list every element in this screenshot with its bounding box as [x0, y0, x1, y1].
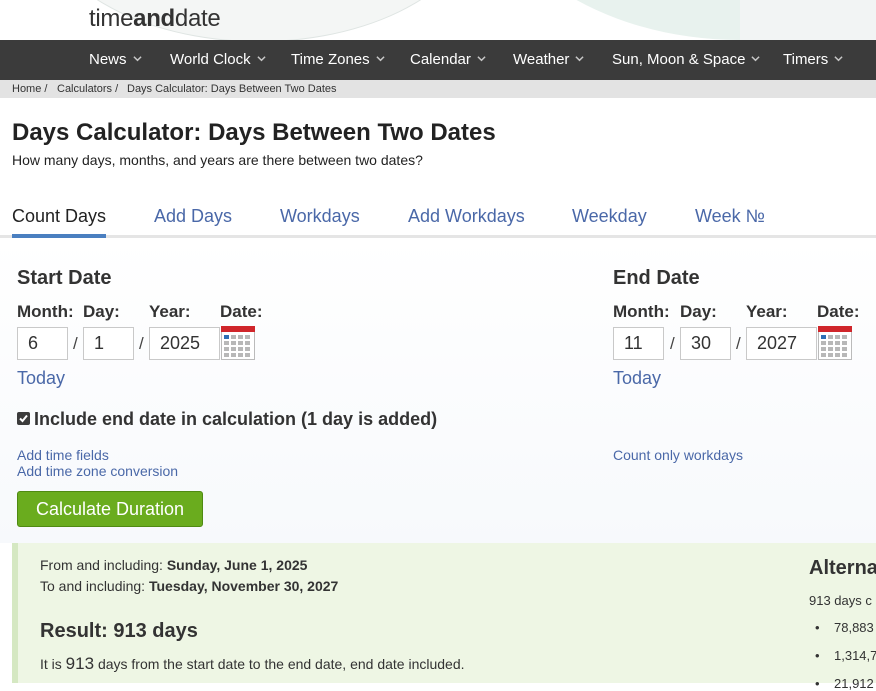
nav-item-weather[interactable]: Weather [513, 40, 585, 80]
start-day-input[interactable] [83, 327, 134, 360]
calculate-duration-button[interactable]: Calculate Duration [17, 491, 203, 527]
to-value: Tuesday, November 30, 2027 [148, 578, 339, 594]
date-separator: / [736, 334, 741, 353]
end-date-label: Date: [817, 302, 860, 321]
alt-item-value: 21,912 [834, 676, 874, 691]
date-separator: / [670, 334, 675, 353]
nav-item-calendar[interactable]: Calendar [410, 40, 486, 80]
start-year-input[interactable] [149, 327, 220, 360]
breadcrumb-item-current: Days Calculator: Days Between Two Dates [127, 83, 337, 95]
nav-item-time-zones[interactable]: Time Zones [291, 40, 385, 80]
end-year-input[interactable] [746, 327, 817, 360]
start-month-input[interactable] [17, 327, 68, 360]
start-date-heading: Start Date [17, 267, 112, 289]
tab-week-number[interactable]: Week № [695, 206, 765, 227]
result-description: It is 913 days from the start date to th… [40, 654, 465, 674]
end-day-label: Day: [680, 302, 717, 321]
include-end-date-row[interactable]: Include end date in calculation (1 day i… [17, 409, 437, 430]
add-time-fields-link[interactable]: Add time fields [17, 447, 109, 463]
nav-item-sun-moon-space[interactable]: Sun, Moon & Space [612, 40, 761, 80]
chevron-down-icon [477, 55, 486, 61]
page-subtitle: How many days, months, and years are the… [12, 152, 423, 168]
logo-text-and: and [133, 5, 175, 32]
alternative-days-text: 913 days c [809, 593, 872, 608]
start-month-label: Month: [17, 302, 74, 321]
checkmark-icon [19, 414, 28, 423]
result-from-line: From and including: Sunday, June 1, 2025 [40, 557, 307, 573]
end-month-label: Month: [613, 302, 670, 321]
breadcrumb-item-calculators[interactable]: Calculators / [57, 83, 118, 95]
nav-label: News [89, 51, 127, 68]
start-day-label: Day: [83, 302, 120, 321]
result-to-line: To and including: Tuesday, November 30, … [40, 578, 338, 594]
page-title: Days Calculator: Days Between Two Dates [12, 119, 496, 146]
from-value: Sunday, June 1, 2025 [166, 557, 308, 573]
main-nav: News World Clock Time Zones Calendar Wea… [0, 40, 876, 80]
chevron-down-icon [575, 55, 585, 61]
end-day-input[interactable] [680, 327, 731, 360]
nav-label: Weather [513, 51, 570, 68]
logo-text-time: time [89, 5, 134, 32]
chevron-down-icon [376, 55, 385, 61]
desc-prefix: It is [40, 656, 62, 672]
tab-weekday[interactable]: Weekday [572, 206, 647, 227]
include-end-date-checkbox[interactable] [17, 411, 30, 425]
chevron-down-icon [132, 55, 142, 61]
desc-number: 913 [65, 654, 95, 673]
tab-count-days[interactable]: Count Days [12, 206, 106, 227]
tab-add-workdays[interactable]: Add Workdays [408, 206, 525, 227]
alt-item-value: 78,883 [834, 620, 874, 635]
date-separator: / [73, 334, 78, 353]
nav-label: Timers [783, 51, 829, 68]
list-item: 21,912 [815, 676, 874, 691]
count-workdays-link[interactable]: Count only workdays [613, 447, 743, 463]
nav-label: World Clock [170, 51, 251, 68]
result-heading: Result: 913 days [40, 620, 198, 642]
end-year-label: Year: [746, 302, 788, 321]
desc-suffix: days from the start date to the end date… [97, 656, 465, 672]
breadcrumb-item-home[interactable]: Home / [12, 83, 47, 95]
nav-item-world-clock[interactable]: World Clock [170, 40, 266, 80]
nav-item-news[interactable]: News [89, 40, 142, 80]
end-month-input[interactable] [613, 327, 664, 360]
nav-label: Sun, Moon & Space [612, 51, 746, 68]
start-today-link[interactable]: Today [17, 368, 65, 389]
start-date-label: Date: [220, 302, 263, 321]
alt-item-value: 1,314,7 [834, 648, 876, 663]
from-label: From and including: [40, 557, 163, 573]
list-item: 78,883 [815, 620, 874, 635]
site-logo[interactable]: timeanddate [89, 5, 221, 33]
calendar-icon[interactable] [221, 326, 255, 360]
list-item: 1,314,7 [815, 648, 876, 663]
add-time-zone-link[interactable]: Add time zone conversion [17, 463, 178, 479]
breadcrumb: Home / Calculators / Days Calculator: Da… [0, 80, 876, 98]
include-end-date-label: Include end date in calculation (1 day i… [34, 409, 438, 429]
chevron-down-icon [834, 55, 843, 61]
tab-workdays[interactable]: Workdays [280, 206, 360, 227]
logo-text-date: date [174, 5, 221, 32]
nav-label: Calendar [410, 51, 471, 68]
site-header: timeanddate [0, 0, 876, 40]
chevron-down-icon [256, 55, 266, 61]
calendar-icon[interactable] [818, 326, 852, 360]
end-date-heading: End Date [613, 267, 700, 289]
to-label: To and including: [40, 578, 146, 594]
date-separator: / [139, 334, 144, 353]
tab-add-days[interactable]: Add Days [154, 206, 232, 227]
nav-item-timers[interactable]: Timers [783, 40, 843, 80]
nav-label: Time Zones [291, 51, 370, 68]
header-decoration [740, 0, 876, 40]
start-year-label: Year: [149, 302, 191, 321]
end-today-link[interactable]: Today [613, 368, 661, 389]
alternative-heading: Alterna [809, 557, 876, 579]
chevron-down-icon [751, 55, 761, 61]
